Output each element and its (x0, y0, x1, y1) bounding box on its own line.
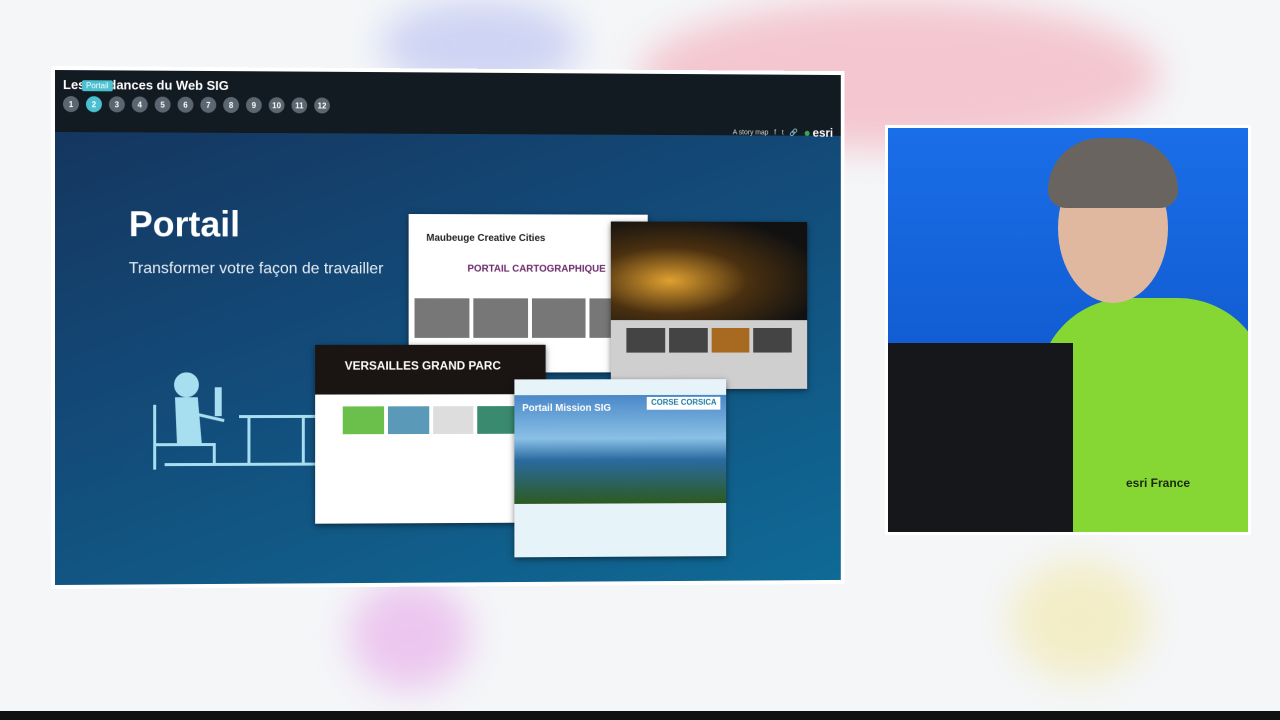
world-map-bg (350, 580, 470, 690)
section-button-6[interactable]: 6 (177, 96, 194, 113)
section-button-8[interactable]: 8 (223, 96, 240, 113)
versailles-title: VERSAILLES GRAND PARC (315, 344, 546, 395)
maubeuge-title: PORTAIL CARTOGRAPHIQUE (467, 263, 606, 275)
slide-heading: Portail (128, 203, 241, 245)
shirt-logo: esri France (1126, 476, 1191, 490)
story-map-header: Les tendances du Web SIG Portail 1 2 3 4… (55, 70, 841, 140)
bottom-bar (0, 711, 1280, 720)
link-icon[interactable]: 🔗 (790, 129, 798, 137)
speaker-video: esri France (888, 128, 1248, 532)
facebook-icon[interactable]: f (774, 129, 776, 136)
story-map-label: A story map (732, 128, 769, 136)
monitor (888, 343, 1073, 532)
esri-logo[interactable]: esri (804, 126, 834, 140)
section-button-3[interactable]: 3 (108, 96, 125, 113)
versailles-portal-screenshot: VERSAILLES GRAND PARC (315, 344, 546, 524)
maubeuge-logo: Maubeuge Creative Cities (426, 232, 546, 245)
section-button-1[interactable]: 1 (62, 96, 79, 113)
brand-area: A story map f t 🔗 esri (732, 125, 834, 140)
section-button-12[interactable]: 12 (314, 97, 330, 114)
corse-logo: CORSE CORSICA (647, 396, 721, 410)
slide-subtitle: Transformer votre façon de travailler (128, 260, 384, 278)
section-button-2[interactable]: 2 (85, 96, 102, 113)
section-button-10[interactable]: 10 (268, 97, 285, 114)
speaker-hair (1048, 138, 1178, 208)
world-map-bg (1010, 560, 1150, 680)
section-nav: 1 2 3 4 5 6 7 8 9 10 11 12 (62, 96, 330, 114)
section-button-9[interactable]: 9 (245, 97, 262, 114)
section-button-11[interactable]: 11 (291, 97, 308, 114)
corse-title: Portail Mission SIG (522, 402, 611, 414)
corse-portal-screenshot: Portail Mission SIG CORSE CORSICA (514, 379, 727, 558)
twitter-icon[interactable]: t (782, 129, 784, 136)
story-map-slide: Les tendances du Web SIG Portail 1 2 3 4… (55, 70, 841, 585)
person-at-desk-icon (145, 365, 323, 475)
section-button-7[interactable]: 7 (200, 96, 217, 113)
section-button-5[interactable]: 5 (154, 96, 171, 113)
section-tooltip: Portail (81, 80, 113, 92)
paris-portal-screenshot (610, 221, 808, 390)
section-button-4[interactable]: 4 (131, 96, 148, 113)
